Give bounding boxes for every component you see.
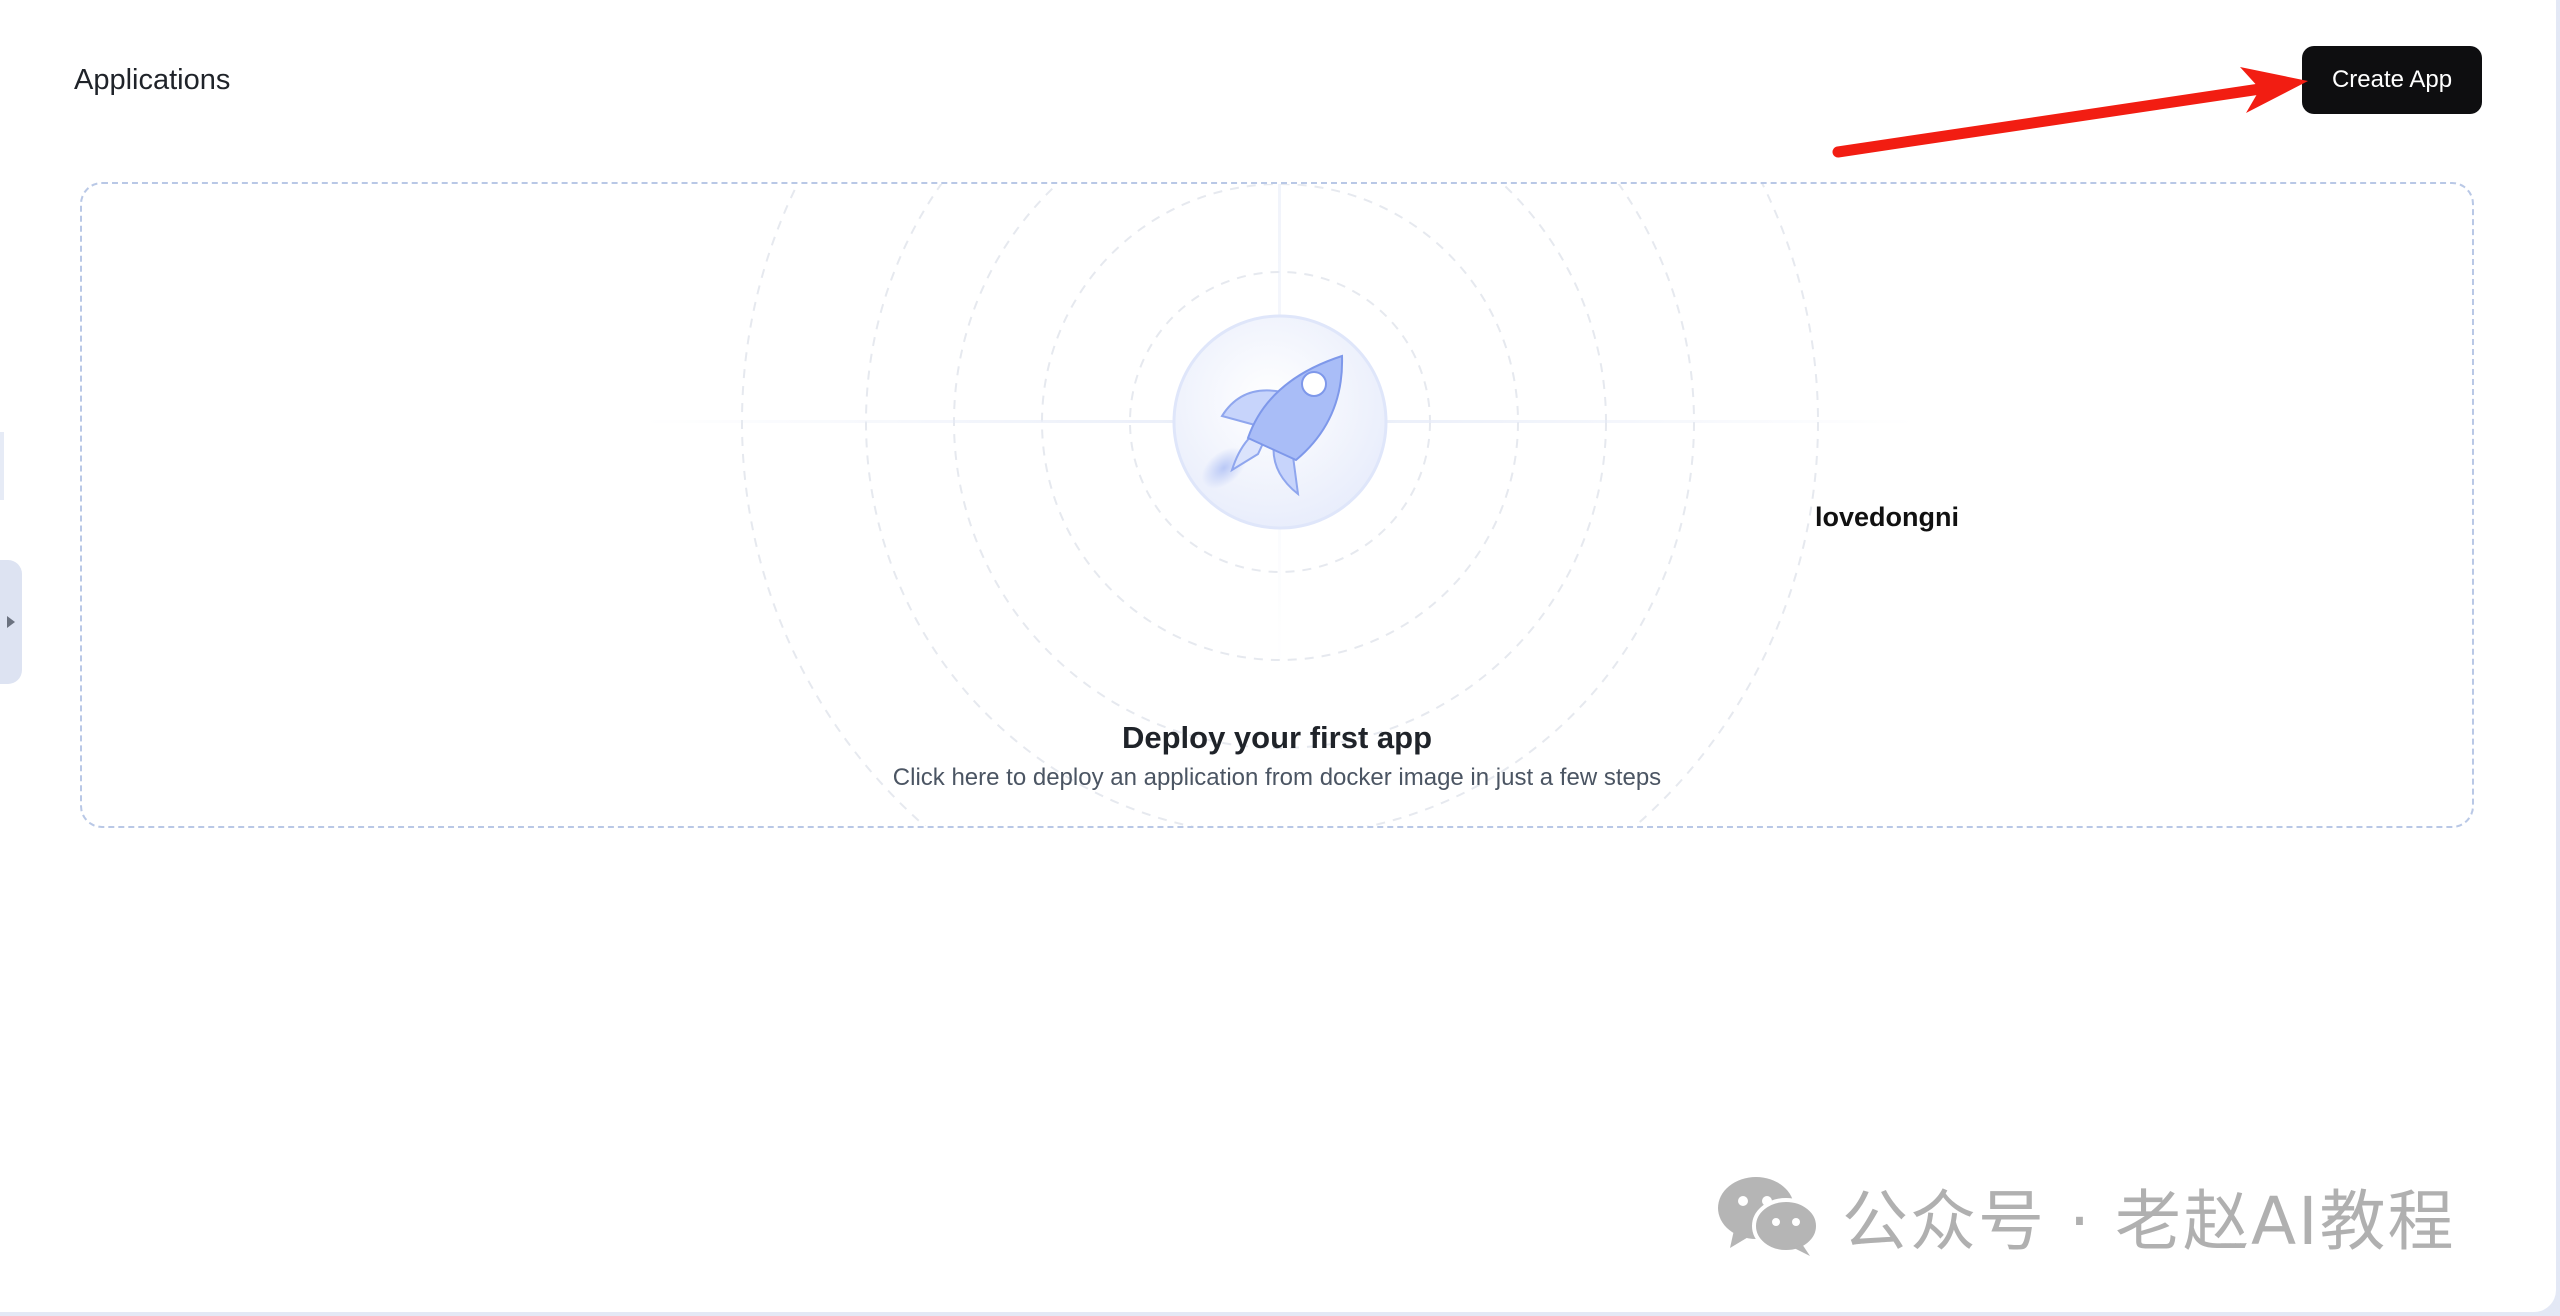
watermark-text: 公众号 · 老赵AI教程: [1842, 1183, 2456, 1260]
caret-right-icon: [7, 616, 15, 628]
page-title: Applications: [74, 64, 231, 96]
app-window: Applications Create App Deploy your firs…: [0, 0, 2556, 1312]
create-app-button[interactable]: Create App: [2302, 46, 2482, 114]
deploy-first-app-card[interactable]: Deploy your first app Click here to depl…: [80, 182, 2474, 828]
sidebar-toggle[interactable]: [0, 560, 22, 684]
wechat-icon: [1718, 1177, 1820, 1256]
username-label: lovedongni: [1815, 502, 1959, 532]
side-panel-edge: [0, 432, 4, 500]
empty-state-description: Click here to deploy an application from…: [892, 764, 1662, 791]
annotation-arrow: [1832, 67, 2308, 158]
watermark: 公众号 · 老赵AI教程: [1716, 1168, 2456, 1264]
empty-state-heading: Deploy your first app: [1121, 720, 1433, 755]
